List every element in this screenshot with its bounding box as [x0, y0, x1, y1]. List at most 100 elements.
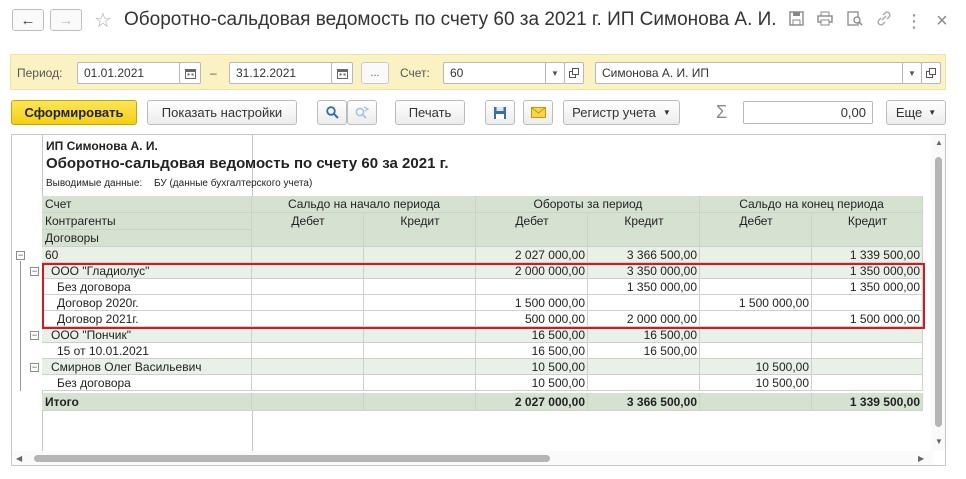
sum-field[interactable]: 0,00 [743, 101, 873, 124]
row-value [364, 247, 476, 263]
organization-field[interactable]: Симонова А. И. ИП [595, 62, 904, 84]
row-value [252, 327, 364, 343]
output-value: БУ (данные бухгалтерского учета) [154, 178, 313, 189]
search-next-icon [355, 106, 369, 119]
col-turnover-debit: Дебет [515, 214, 549, 228]
period-label: Период: [17, 66, 63, 80]
horizontal-scroll-thumb[interactable] [34, 455, 550, 462]
save-icon[interactable] [786, 11, 806, 31]
col-opening-debit: Дебет [291, 214, 325, 228]
print-button[interactable]: Печать [395, 100, 465, 125]
arrow-left-icon: ← [20, 11, 36, 29]
report-heading: Оборотно-сальдовая ведомость по счету 60… [46, 155, 449, 172]
more-vertical-icon[interactable]: ⋮ [904, 11, 924, 31]
account-open-button[interactable] [564, 62, 584, 84]
row-value [588, 375, 700, 391]
row-value: 10 500,00 [531, 376, 585, 390]
search-icon [325, 106, 339, 119]
vertical-scroll-thumb[interactable] [935, 157, 942, 427]
row-value: 2 027 000,00 [514, 248, 585, 262]
open-icon [926, 68, 936, 78]
calendar-to-button[interactable] [331, 62, 353, 84]
more-button[interactable]: Еще ▼ [886, 100, 946, 125]
collapse-smirnov-icon[interactable]: − [30, 363, 39, 372]
scroll-up-icon[interactable]: ▲ [935, 138, 943, 147]
row-value [252, 343, 364, 359]
account-label: Счет: [400, 66, 430, 80]
link-icon[interactable] [874, 11, 894, 31]
row-value: 10 500,00 [531, 360, 585, 374]
row-value [252, 247, 364, 263]
close-icon[interactable]: × [932, 11, 952, 31]
row-value: 3 366 500,00 [626, 395, 697, 409]
row-value [252, 375, 364, 391]
account-field[interactable]: 60 [443, 62, 547, 84]
date-to-field[interactable]: 31.12.2021 [229, 62, 333, 84]
organization-dropdown-button[interactable]: ▼ [902, 62, 922, 84]
row-value [364, 343, 476, 359]
report-area[interactable]: ИП Симонова А. И. Оборотно-сальдовая вед… [11, 134, 946, 466]
col-account: Счет [45, 197, 72, 211]
print-icon[interactable] [815, 11, 835, 31]
account-dropdown-button[interactable]: ▼ [545, 62, 565, 84]
save-icon [494, 106, 506, 119]
arrow-right-icon: → [58, 11, 74, 29]
output-label: Выводимые данные: [46, 178, 143, 189]
search-button[interactable] [317, 100, 347, 125]
date-from-field[interactable]: 01.01.2021 [77, 62, 181, 84]
col-opening-credit: Кредит [400, 214, 440, 228]
col-closing-debit: Дебет [739, 214, 773, 228]
register-label: Регистр учета [572, 105, 656, 120]
scroll-right-icon[interactable]: ▶ [918, 454, 924, 463]
chevron-down-icon: ▼ [928, 108, 937, 117]
filter-panel: Период: 01.01.2021 – 31.12.2021 ... Счет… [10, 54, 946, 90]
scroll-down-icon[interactable]: ▼ [935, 437, 943, 446]
row-value [364, 375, 476, 391]
register-dropdown-button[interactable]: Регистр учета ▼ [563, 100, 680, 125]
open-icon [569, 68, 579, 78]
col-contracts: Договоры [45, 231, 99, 245]
period-dash: – [210, 66, 217, 80]
row-value [700, 394, 812, 410]
back-button[interactable]: ← [12, 9, 44, 31]
row-value: 16 500,00 [531, 328, 585, 342]
collapse-gladiolus-icon[interactable]: − [30, 267, 39, 276]
row-value [364, 394, 476, 410]
row-value [252, 359, 364, 375]
scroll-left-icon[interactable]: ◀ [16, 454, 22, 463]
row-value [364, 327, 476, 343]
row-value: 10 500,00 [755, 376, 809, 390]
row-value [700, 247, 812, 263]
col-contractors: Контрагенты [45, 214, 116, 228]
col-closing-balance: Сальдо на конец периода [739, 197, 884, 211]
generate-button[interactable]: Сформировать [11, 100, 137, 125]
show-settings-button[interactable]: Показать настройки [147, 100, 297, 125]
row-value [812, 327, 923, 343]
row-value [700, 327, 812, 343]
more-label: Еще [895, 105, 923, 120]
chevron-down-icon: ▼ [908, 68, 916, 78]
save-button[interactable] [485, 100, 515, 125]
period-select-button[interactable]: ... [361, 62, 389, 84]
row-value: 16 500,00 [643, 328, 697, 342]
vertical-scrollbar[interactable]: ▲ ▼ [931, 135, 945, 451]
tree-line [20, 261, 21, 391]
search-next-button[interactable] [347, 100, 377, 125]
row-value [252, 394, 364, 410]
page-title: Оборотно-сальдовая ведомость по счету 60… [124, 9, 777, 30]
star-icon[interactable]: ☆ [94, 8, 112, 33]
organization-open-button[interactable] [921, 62, 941, 84]
title-bar: ← → ☆ Оборотно-сальдовая ведомость по сч… [0, 0, 966, 42]
calendar-from-button[interactable] [179, 62, 201, 84]
collapse-account-60-icon[interactable]: − [16, 251, 25, 260]
horizontal-scrollbar[interactable]: ◀ ▶ [12, 451, 933, 465]
collapse-ponchik-icon[interactable]: − [30, 331, 39, 340]
row-value [812, 359, 923, 375]
col-opening-balance: Сальдо на начало периода [287, 197, 441, 211]
col-closing-credit: Кредит [847, 214, 888, 228]
preview-icon[interactable] [845, 11, 865, 31]
email-button[interactable] [523, 100, 553, 125]
row-value [812, 343, 923, 359]
row-value: 10 500,00 [755, 360, 809, 374]
forward-button[interactable]: → [50, 9, 82, 31]
